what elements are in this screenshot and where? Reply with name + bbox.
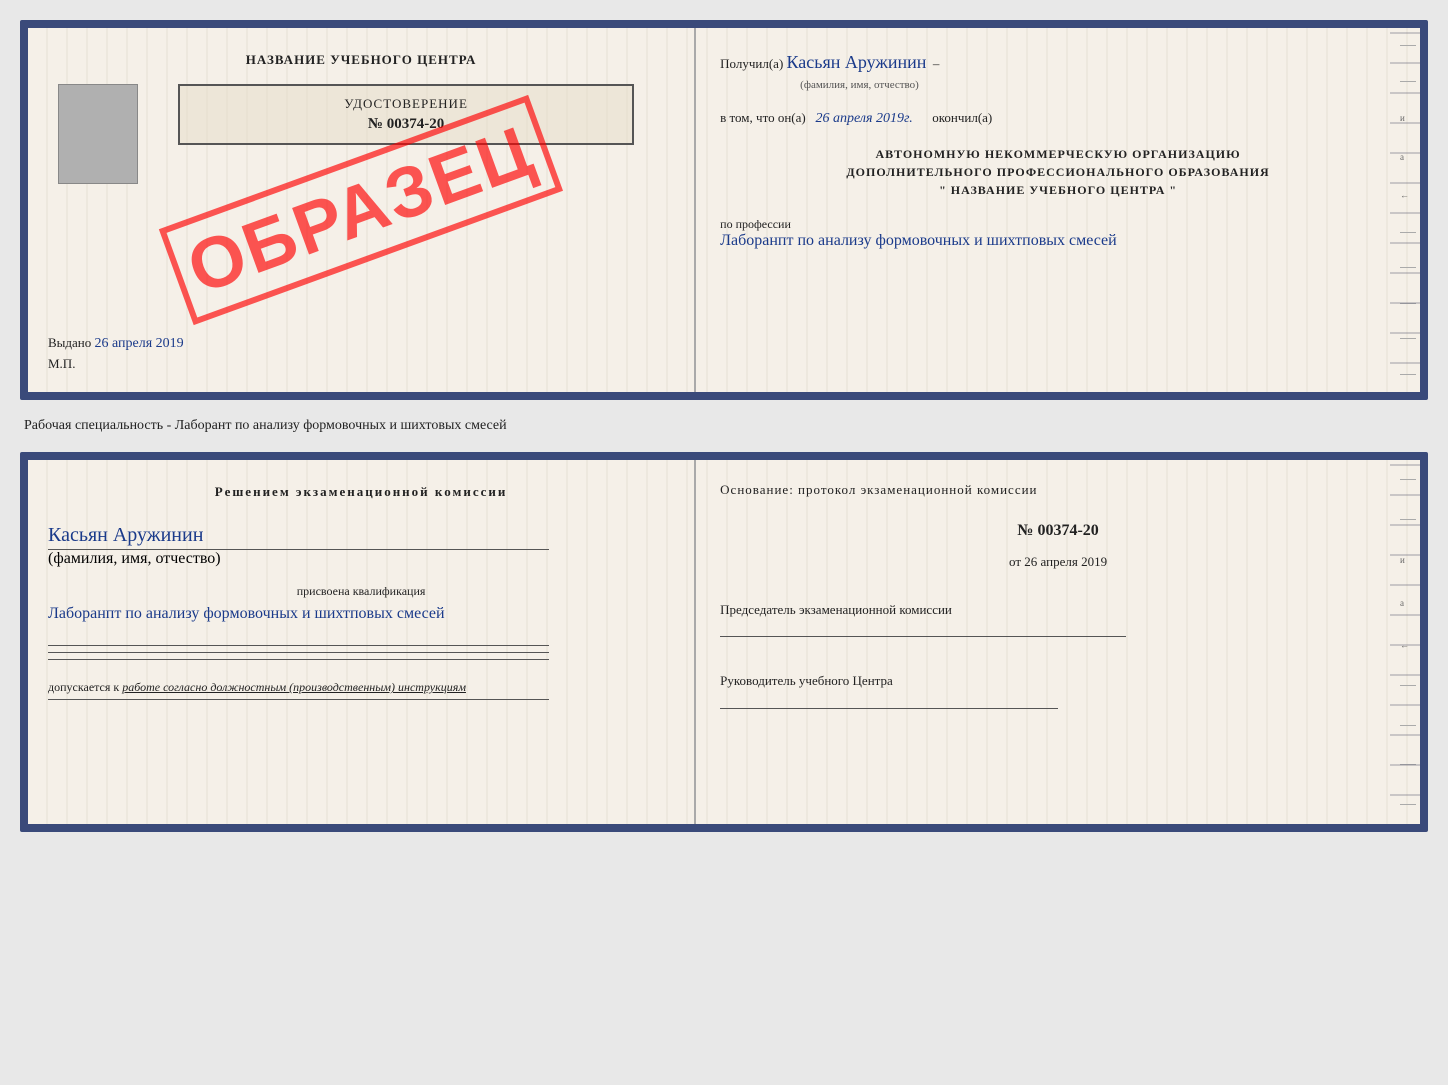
doc2-director-line (720, 708, 1058, 709)
tick4 (1400, 267, 1416, 268)
doc2-qualification-block: присвоена квалификация Лаборанпт по анал… (48, 582, 674, 623)
doc2-qualification-handwritten: Лаборанпт по анализу формовочных и шихтп… (48, 605, 674, 623)
received-name: Касьян Аружинин (787, 52, 927, 72)
doc1-left: НАЗВАНИЕ УЧЕБНОГО ЦЕНТРА УДОСТОВЕРЕНИЕ №… (28, 28, 696, 392)
tick5 (1400, 303, 1416, 304)
doc2-qualification-label: присвоена квалификация (48, 582, 674, 601)
doc2-admission-label: допускается к (48, 680, 119, 694)
doc2-person-name: Касьян Аружинин (48, 524, 203, 546)
tick2 (1400, 81, 1416, 82)
doc1-training-center-title: НАЗВАНИЕ УЧЕБНОГО ЦЕНТРА (246, 52, 477, 68)
doc2-director-label: Руководитель учебного Центра (720, 671, 1396, 692)
doc2-name-subtitle: (фамилия, имя, отчество) (48, 550, 674, 568)
doc1-right: Получил(а) Касьян Аружинин – (фамилия, и… (696, 28, 1420, 392)
document-card-2: Решением экзаменационной комиссии Касьян… (20, 452, 1428, 832)
tick1 (1400, 45, 1416, 46)
doc2-chairman-line (720, 636, 1125, 637)
org-line1: АВТОНОМНУЮ НЕКОММЕРЧЕСКУЮ ОРГАНИЗАЦИЮ (720, 145, 1396, 163)
doc2-protocol-date-row: от 26 апреля 2019 (720, 554, 1396, 570)
doc2-admission-block: допускается к работе согласно должностны… (48, 680, 674, 695)
issued-line: Выдано 26 апреля 2019 (48, 335, 184, 352)
document-card-1: НАЗВАНИЕ УЧЕБНОГО ЦЕНТРА УДОСТОВЕРЕНИЕ №… (20, 20, 1428, 400)
received-label: Получил(а) (720, 56, 783, 71)
tick-a6 (1400, 804, 1416, 805)
tick-а: а (1400, 152, 1416, 162)
org-block: АВТОНОМНУЮ НЕКОММЕРЧЕСКУЮ ОРГАНИЗАЦИЮ ДО… (720, 145, 1396, 199)
line3 (48, 659, 549, 660)
completed-row: в том, что он(а) 26 апреля 2019г. окончи… (720, 108, 1396, 130)
tick-a5 (1400, 764, 1416, 765)
org-line2: ДОПОЛНИТЕЛЬНОГО ПРОФЕССИОНАЛЬНОГО ОБРАЗО… (720, 163, 1396, 181)
tick-a2 (1400, 519, 1416, 520)
tick7 (1400, 374, 1416, 375)
mp-line: М.П. (48, 356, 75, 372)
tick-и2: и (1400, 555, 1416, 565)
doc2-protocol-date-prefix: от (1009, 554, 1021, 569)
certificate-number: № 00374-20 (196, 116, 616, 133)
tick-arrow: ← (1400, 190, 1416, 200)
profession-block: по профессии Лаборанпт по анализу формов… (720, 217, 1396, 250)
doc2-left: Решением экзаменационной комиссии Касьян… (28, 460, 696, 824)
issued-date: 26 апреля 2019 (95, 336, 184, 351)
photo-placeholder (58, 84, 138, 184)
tick-a4 (1400, 725, 1416, 726)
received-row: Получил(а) Касьян Аружинин – (фамилия, и… (720, 48, 1396, 94)
tick6 (1400, 338, 1416, 339)
name-subtitle: (фамилия, имя, отчество) (800, 77, 1396, 95)
doc2-admission-line (48, 699, 549, 700)
profession-label: по профессии (720, 217, 791, 231)
org-line3: " НАЗВАНИЕ УЧЕБНОГО ЦЕНТРА " (720, 181, 1396, 199)
issued-label: Выдано (48, 335, 91, 350)
certificate-label: УДОСТОВЕРЕНИЕ (196, 96, 616, 112)
line2 (48, 652, 549, 653)
profession-handwritten: Лаборанпт по анализу формовочных и шихтп… (720, 232, 1117, 249)
side-decoration: и а ← (1400, 28, 1416, 392)
doc2-chairman-block: Председатель экзаменационной комиссии (720, 600, 1396, 638)
side-decoration-2: и а ← (1400, 460, 1416, 824)
doc2-director-block: Руководитель учебного Центра (720, 671, 1396, 709)
tick-arrow2: ← (1400, 640, 1416, 650)
tick-a3 (1400, 685, 1416, 686)
doc2-decision-label: Решением экзаменационной комиссии (48, 484, 674, 500)
completed-prefix: в том, что он(а) (720, 110, 806, 125)
line1 (48, 645, 549, 646)
doc2-right: Основание: протокол экзаменационной коми… (696, 460, 1420, 824)
tick-a1 (1400, 479, 1416, 480)
tick-а2: а (1400, 598, 1416, 608)
doc2-person-block: Касьян Аружинин (фамилия, имя, отчество) (48, 524, 674, 568)
doc2-protocol-number: № 00374-20 (720, 522, 1396, 540)
completed-date: 26 апреля 2019г. (815, 111, 912, 126)
doc2-admission-text: работе согласно должностным (производств… (122, 680, 466, 694)
page-container: НАЗВАНИЕ УЧЕБНОГО ЦЕНТРА УДОСТОВЕРЕНИЕ №… (20, 20, 1428, 832)
tick-и: и (1400, 113, 1416, 123)
tick3 (1400, 232, 1416, 233)
doc2-chairman-label: Председатель экзаменационной комиссии (720, 600, 1396, 621)
doc2-protocol-date: 26 апреля 2019 (1024, 554, 1107, 569)
between-text: Рабочая специальность - Лаборант по анал… (20, 412, 1428, 440)
certificate-box: УДОСТОВЕРЕНИЕ № 00374-20 (178, 84, 634, 145)
completed-suffix: окончил(а) (932, 110, 992, 125)
doc2-basis-label: Основание: протокол экзаменационной коми… (720, 480, 1396, 500)
doc2-lines-block (48, 639, 549, 666)
